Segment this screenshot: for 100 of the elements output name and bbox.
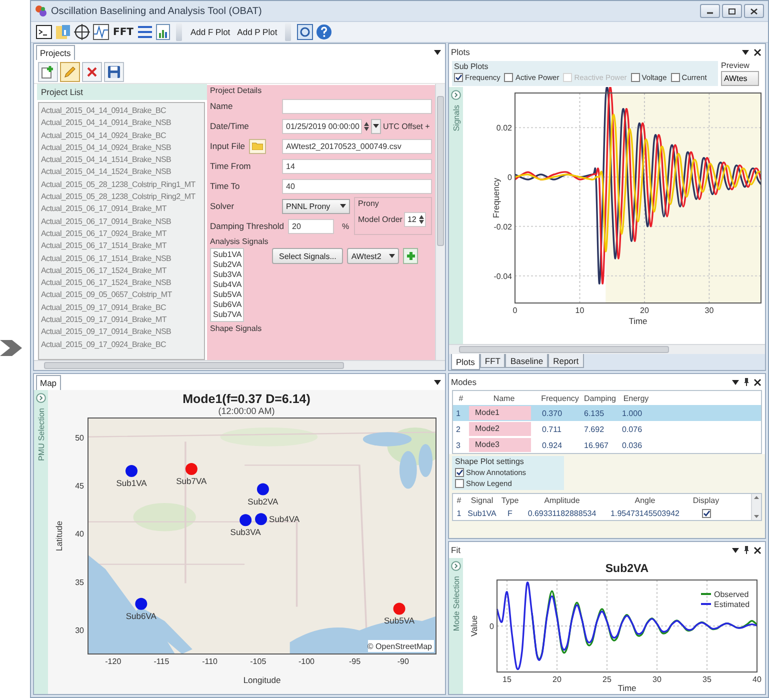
- spin-field[interactable]: 12: [404, 212, 426, 226]
- maximize-button[interactable]: [722, 4, 742, 18]
- scroll-down-icon[interactable]: [754, 515, 759, 518]
- project-item[interactable]: Actual_2015_06_17_1524_Brake_MT: [41, 264, 202, 278]
- edit-button[interactable]: [60, 62, 80, 82]
- project-item[interactable]: Actual_2015_04_14_1524_Brake_NSB: [41, 166, 202, 179]
- signal-item[interactable]: Sub7VA: [213, 310, 241, 320]
- date-field[interactable]: 01/25/2019 00:00:00: [282, 118, 362, 134]
- input-field[interactable]: 20: [288, 218, 334, 234]
- delete-button[interactable]: [82, 62, 102, 82]
- list-icon[interactable]: [137, 25, 154, 39]
- scrollbar[interactable]: [751, 494, 761, 520]
- toolbar-button[interactable]: Add F Plot: [188, 23, 232, 41]
- signal-item[interactable]: Sub4VA: [213, 280, 241, 290]
- new-button[interactable]: [38, 62, 58, 82]
- column-header[interactable]: #: [453, 496, 465, 505]
- column-header[interactable]: Angle: [603, 496, 687, 505]
- side-panel-tab[interactable]: Mode Selection: [452, 576, 460, 632]
- project-item[interactable]: Actual_2015_09_17_0914_Brake_MT: [41, 314, 202, 326]
- checkbox[interactable]: [630, 73, 640, 82]
- project-item[interactable]: Actual_2015_06_17_1514_Brake_NSB: [41, 252, 202, 265]
- project-item[interactable]: Actual_2015_09_17_0914_Brake_BC: [41, 302, 202, 314]
- dataset-dropdown[interactable]: AWtest2: [347, 248, 400, 264]
- minimize-button[interactable]: [700, 4, 720, 18]
- input-field[interactable]: 40: [282, 178, 432, 194]
- side-panel-tab[interactable]: Signals: [452, 105, 460, 132]
- scroll-up-icon[interactable]: [754, 496, 759, 499]
- checkbox[interactable]: [670, 73, 680, 82]
- pane-menu-icon[interactable]: [732, 546, 739, 554]
- column-header[interactable]: Damping: [581, 394, 619, 402]
- signal-item[interactable]: Sub5VA: [213, 290, 241, 300]
- pane-menu-icon[interactable]: [742, 48, 749, 56]
- project-item[interactable]: Actual_2015_04_14_0914_Brake_NSB: [41, 117, 202, 130]
- preview-button[interactable]: AWtes: [721, 71, 759, 86]
- solver-dropdown[interactable]: PNNL Prony: [282, 198, 350, 214]
- project-item[interactable]: Actual_2015_04_14_0924_Brake_NSB: [41, 142, 202, 154]
- close-icon[interactable]: [754, 546, 761, 554]
- document-chart-icon[interactable]: [156, 24, 170, 40]
- table-row[interactable]: 1 Mode1 0.370 6.135 1.000: [453, 405, 761, 421]
- pane-tab[interactable]: Map: [36, 375, 61, 390]
- column-header[interactable]: Name: [469, 394, 539, 402]
- dropdown-button[interactable]: [371, 118, 381, 134]
- tab[interactable]: Plots: [451, 354, 480, 370]
- table-row[interactable]: 2 Mode2 0.711 7.692 0.076: [453, 421, 761, 437]
- waveform-icon[interactable]: [93, 24, 109, 40]
- column-header[interactable]: Frequency: [539, 394, 581, 402]
- pin-icon[interactable]: [744, 378, 749, 386]
- checkbox[interactable]: [702, 509, 710, 518]
- checkbox[interactable]: [504, 73, 514, 82]
- scrollbar[interactable]: [34, 360, 445, 370]
- input-field[interactable]: [282, 98, 432, 114]
- select-signals-button[interactable]: Select Signals...: [272, 248, 344, 264]
- project-item[interactable]: Actual_2015_04_14_1514_Brake_NSB: [41, 154, 202, 166]
- checkbox[interactable]: [455, 479, 464, 488]
- signal-item[interactable]: Sub3VA: [213, 270, 241, 280]
- tab[interactable]: Baseline: [505, 354, 548, 368]
- terminal-icon[interactable]: [36, 25, 52, 39]
- side-panel-tab[interactable]: PMU Selection: [36, 408, 46, 461]
- column-header[interactable]: Energy: [619, 394, 653, 402]
- project-item[interactable]: Actual_2015_06_17_1524_Brake_NSB: [41, 277, 202, 290]
- pane-menu-icon[interactable]: [434, 378, 441, 386]
- column-header[interactable]: Amplitude: [521, 496, 603, 505]
- toolbar-grip[interactable]: [176, 23, 182, 41]
- pin-icon[interactable]: [744, 546, 749, 554]
- add-button[interactable]: [403, 248, 418, 264]
- project-item[interactable]: Actual_2015_09_17_0924_Brake_BC: [41, 338, 202, 351]
- project-item[interactable]: Actual_2015_09_17_0914_Brake_NSB: [41, 326, 202, 339]
- pane-tab[interactable]: Projects: [36, 45, 75, 60]
- table-row[interactable]: 3 Mode3 0.924 16.967 0.036: [453, 437, 761, 453]
- project-item[interactable]: Actual_2015_04_14_0924_Brake_BC: [41, 130, 202, 142]
- refresh-icon[interactable]: [297, 24, 314, 40]
- input-field[interactable]: AWtest2_20170523_000749.csv: [282, 138, 432, 154]
- checkbox[interactable]: [454, 73, 463, 82]
- project-item[interactable]: Actual_2015_06_17_0924_Brake_MT: [41, 228, 202, 240]
- toolbar-grip[interactable]: [285, 23, 292, 41]
- tab[interactable]: Report: [548, 354, 584, 368]
- project-item[interactable]: Actual_2015_06_17_0914_Brake_MT: [41, 203, 202, 216]
- crosshair-icon[interactable]: [74, 24, 90, 40]
- tab[interactable]: FFT: [480, 354, 506, 368]
- column-header[interactable]: #: [453, 394, 469, 402]
- project-item[interactable]: Actual_2015_06_17_1514_Brake_MT: [41, 240, 202, 253]
- pane-menu-icon[interactable]: [434, 48, 441, 56]
- project-item[interactable]: Actual_2015_04_14_0914_Brake_BC: [41, 105, 202, 118]
- signal-item[interactable]: Sub6VA: [213, 300, 241, 310]
- input-field[interactable]: 14: [282, 158, 432, 174]
- project-item[interactable]: Actual_2015_09_05_0657_Colstrip_MT: [41, 289, 202, 302]
- close-button[interactable]: [744, 4, 764, 18]
- column-header[interactable]: Signal: [465, 496, 499, 505]
- close-icon[interactable]: [754, 378, 761, 386]
- pane-menu-icon[interactable]: [732, 378, 739, 386]
- help-icon[interactable]: [316, 24, 332, 40]
- column-header[interactable]: Type: [499, 496, 521, 505]
- column-header[interactable]: Display: [687, 496, 725, 505]
- toolbar-button[interactable]: Add P Plot: [235, 23, 280, 41]
- project-item[interactable]: Actual_2015_05_28_1238_Colstrip_Ring2_MT: [41, 191, 202, 204]
- scrollbar[interactable]: [435, 84, 445, 360]
- signal-item[interactable]: Sub2VA: [213, 260, 241, 270]
- checkbox[interactable]: [455, 468, 464, 477]
- project-item[interactable]: Actual_2015_06_17_0914_Brake_NSB: [41, 216, 202, 228]
- signal-item[interactable]: Sub1VA: [213, 250, 241, 260]
